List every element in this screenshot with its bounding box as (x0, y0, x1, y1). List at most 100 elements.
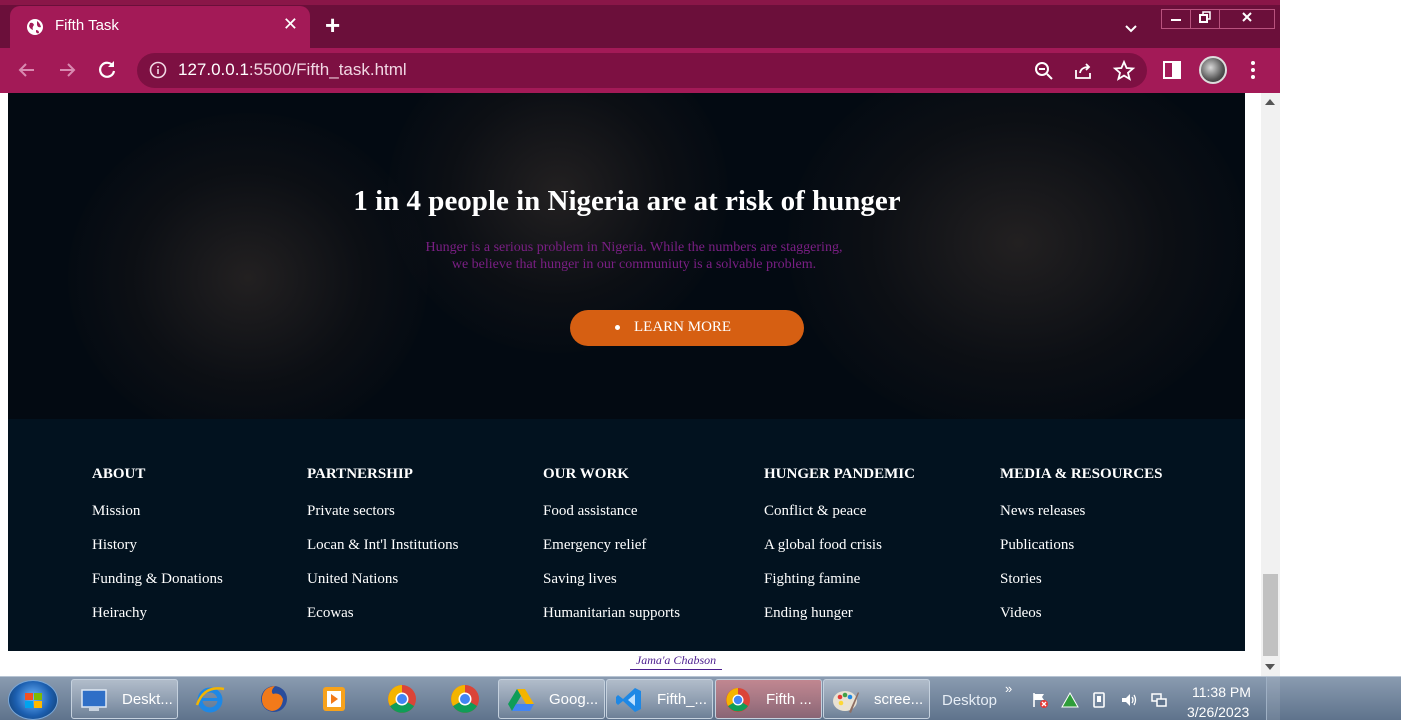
footer-column-our-work: OUR WORK Food assistance Emergency relie… (543, 466, 680, 639)
footer-heading: OUR WORK (543, 466, 629, 482)
taskbar-item-chrome-active[interactable]: Fifth ... (715, 679, 822, 719)
screen: Fifth Task ✕ + 127.0.0.1:5500/Fifth_task… (0, 0, 1401, 720)
tab-fifth-task[interactable]: Fifth Task ✕ (10, 6, 310, 48)
taskbar-item-vscode[interactable]: Fifth_... (606, 679, 713, 719)
footer-link[interactable]: Mission (92, 503, 223, 537)
action-center-flag-icon[interactable] (1031, 691, 1049, 709)
url-text[interactable]: 127.0.0.1:5500/Fifth_task.html (178, 60, 407, 80)
taskbar-item-desktop[interactable]: Deskt... (71, 679, 178, 719)
restore-button[interactable] (1190, 9, 1220, 29)
footer-heading: MEDIA & RESOURCES (1000, 466, 1163, 482)
taskbar-item-label: Deskt... (122, 691, 173, 708)
back-arrow-icon[interactable] (15, 58, 39, 82)
footer-link[interactable]: Funding & Donations (92, 571, 223, 605)
url-path: :5500/Fifth_task.html (248, 60, 407, 79)
browser-toolbar: 127.0.0.1:5500/Fifth_task.html (0, 48, 1280, 93)
hero-title: 1 in 4 people in Nigeria are at risk of … (353, 185, 901, 217)
windows-logo-icon (25, 693, 42, 708)
chrome-icon (726, 688, 750, 712)
internet-explorer-icon[interactable] (194, 683, 226, 715)
learn-more-button[interactable]: LEARN MORE (570, 310, 804, 346)
paint-icon (833, 691, 859, 713)
footer-link[interactable]: Conflict & peace (764, 503, 915, 537)
footer: ABOUT Mission History Funding & Donation… (8, 419, 1245, 651)
footer-heading: ABOUT (92, 466, 146, 482)
bookmark-star-icon[interactable] (1112, 59, 1136, 83)
new-tab-icon[interactable]: + (325, 12, 340, 38)
chrome-icon[interactable] (449, 683, 481, 715)
share-icon[interactable] (1072, 59, 1096, 83)
desktop-background (1280, 0, 1401, 676)
hero-description-line: Hunger is a serious problem in Nigeria. … (425, 240, 843, 255)
footer-link[interactable]: History (92, 537, 223, 571)
footer-link[interactable]: A global food crisis (764, 537, 915, 571)
footer-link[interactable]: Locan & Int'l Institutions (307, 537, 458, 571)
forward-arrow-icon[interactable] (55, 58, 79, 82)
footer-link[interactable]: United Nations (307, 571, 458, 605)
footer-link[interactable]: News releases (1000, 503, 1163, 537)
footer-heading: HUNGER PANDEMIC (764, 466, 915, 482)
network-icon[interactable] (1150, 691, 1168, 709)
chrome-icon[interactable] (386, 683, 418, 715)
clock-time[interactable]: 11:38 PM (1192, 684, 1251, 700)
scroll-down-arrow-icon[interactable] (1265, 664, 1275, 670)
reload-icon[interactable] (95, 58, 119, 82)
page-viewport: 1 in 4 people in Nigeria are at risk of … (0, 93, 1261, 676)
sync-triangle-icon[interactable] (1061, 691, 1079, 709)
zoom-out-icon[interactable] (1032, 59, 1056, 83)
hero-section: 1 in 4 people in Nigeria are at risk of … (8, 93, 1245, 419)
scroll-up-arrow-icon[interactable] (1265, 99, 1275, 105)
minimize-button[interactable] (1161, 9, 1191, 29)
chrome-window: Fifth Task ✕ + 127.0.0.1:5500/Fifth_task… (0, 0, 1280, 676)
footer-link[interactable]: Humanitarian supports (543, 605, 680, 639)
footer-link[interactable]: Stories (1000, 571, 1163, 605)
start-button[interactable] (8, 680, 58, 720)
footer-link[interactable]: Food assistance (543, 503, 680, 537)
footer-link[interactable]: Videos (1000, 605, 1163, 639)
taskbar-item-paint[interactable]: scree... (823, 679, 930, 719)
footer-link[interactable]: Ending hunger (764, 605, 915, 639)
footer-link[interactable]: Saving lives (543, 571, 680, 605)
footer-heading: PARTNERSHIP (307, 466, 413, 482)
vertical-scrollbar[interactable] (1261, 93, 1280, 676)
footer-link[interactable]: Private sectors (307, 503, 458, 537)
footer-link[interactable]: Fighting famine (764, 571, 915, 605)
restore-icon (1199, 11, 1211, 23)
clock-date[interactable]: 3/26/2023 (1187, 704, 1249, 720)
url-host: 127.0.0.1 (178, 60, 249, 79)
volume-icon[interactable] (1120, 691, 1138, 709)
footer-column-partnership: PARTNERSHIP Private sectors Locan & Int'… (307, 466, 458, 639)
globe-icon (27, 19, 43, 35)
profile-avatar[interactable] (1199, 56, 1227, 84)
close-window-button[interactable] (1219, 9, 1275, 29)
desktop-toolbar-label[interactable]: Desktop (942, 692, 997, 709)
windows-taskbar: Deskt... Goog... Fifth_... Fifth ... scr… (0, 676, 1401, 720)
firefox-icon[interactable] (258, 683, 290, 715)
device-icon[interactable] (1090, 691, 1108, 709)
tab-close-icon[interactable]: ✕ (283, 15, 298, 33)
tab-strip: Fifth Task ✕ + (0, 0, 1280, 48)
google-drive-icon (508, 689, 534, 711)
hero-description: Hunger is a serious problem in Nigeria. … (8, 239, 1245, 273)
info-icon[interactable] (149, 61, 167, 79)
taskbar-item-label: scree... (874, 691, 924, 708)
footer-link[interactable]: Publications (1000, 537, 1163, 571)
tab-title: Fifth Task (55, 17, 119, 34)
close-icon (1242, 12, 1252, 22)
toolbar-expand-chevron[interactable]: » (1005, 681, 1012, 696)
monitor-icon (81, 689, 107, 711)
side-panel-icon[interactable] (1160, 58, 1184, 82)
footer-link[interactable]: Emergency relief (543, 537, 680, 571)
scrollbar-thumb[interactable] (1263, 574, 1278, 656)
vscode-icon (616, 688, 641, 712)
show-desktop-button[interactable] (1266, 677, 1280, 720)
hero-description-line: we believe that hunger in our communiuty… (451, 257, 817, 272)
address-bar[interactable]: 127.0.0.1:5500/Fifth_task.html (137, 53, 1147, 88)
media-player-icon[interactable] (318, 683, 350, 715)
taskbar-item-label: Fifth ... (766, 691, 812, 708)
tab-search-chevron-icon[interactable] (1120, 17, 1142, 39)
taskbar-item-google-drive[interactable]: Goog... (498, 679, 605, 719)
more-menu-icon[interactable] (1241, 58, 1265, 82)
footer-link[interactable]: Heirachy (92, 605, 223, 639)
footer-link[interactable]: Ecowas (307, 605, 458, 639)
